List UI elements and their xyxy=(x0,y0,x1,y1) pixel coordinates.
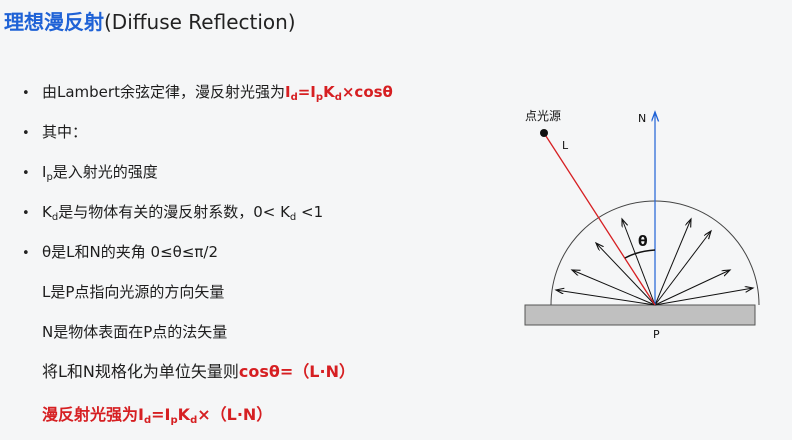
ip-symbol: Ip xyxy=(42,163,53,183)
bullet-dot: • xyxy=(22,86,30,101)
incident-light-ray xyxy=(543,132,656,306)
bullet-kd: • Kd是与物体有关的漫反射系数，0< Kd <1 xyxy=(22,202,323,228)
reflection-ray-2 xyxy=(654,288,753,306)
bullet-theta: • θ是L和N的夹角 0≤θ≤π/2 xyxy=(22,242,218,264)
lambert-text: 由Lambert余弦定律，漫反射光强为 xyxy=(42,83,285,101)
bullet-lambert: • 由Lambert余弦定律，漫反射光强为Id=IpKd×cosθ xyxy=(22,82,393,108)
ip-text: 是入射光的强度 xyxy=(52,163,158,181)
bullet-dot: • xyxy=(22,206,30,221)
normalize-formula: cosθ=（L·N） xyxy=(238,362,355,381)
light-source-label: 点光源 xyxy=(525,109,561,123)
reflection-ray-7 xyxy=(572,270,656,306)
point-p-label: P xyxy=(653,328,660,341)
theta-arc xyxy=(624,249,656,259)
line-n-vector: N是物体表面在P点的法矢量 xyxy=(42,323,228,341)
diffuse-reflection-diagram: 点光源 L N P θ xyxy=(524,109,760,341)
theta-label: θ xyxy=(638,234,648,250)
lambert-formula: Id=IpKd×cosθ xyxy=(284,83,393,103)
line-normalize: 将L和N规格化为单位矢量则cosθ=（L·N） xyxy=(42,362,355,382)
kd-symbol: Kd xyxy=(42,203,59,223)
reflection-ray-6 xyxy=(596,243,656,306)
theta-text: θ是L和N的夹角 0≤θ≤π/2 xyxy=(42,243,219,261)
bullet-dot: • xyxy=(22,166,30,181)
n-vector-label: N xyxy=(638,112,646,125)
surface-block xyxy=(524,304,756,326)
kd-text: 是与物体有关的漫反射系数，0< K xyxy=(58,203,290,221)
where-text: 其中： xyxy=(42,123,88,141)
point-light-icon xyxy=(540,129,548,137)
reflection-ray-4 xyxy=(654,219,691,306)
bullet-dot: • xyxy=(22,246,30,261)
bullet-ip: • Ip是入射光的强度 xyxy=(22,162,158,188)
line-l-vector: L是P点指向光源的方向矢量 xyxy=(42,283,225,301)
bullet-dot: • xyxy=(22,126,30,141)
slide-content: • 由Lambert余弦定律，漫反射光强为Id=IpKd×cosθ • 其中： • I… xyxy=(0,0,500,440)
line-diffuse-intensity: 漫反射光强为Id=IpKd×（L·N） xyxy=(42,405,273,426)
reflection-ray-1 xyxy=(654,270,730,306)
diffuse-intensity-formula: ×（L·N） xyxy=(197,405,273,424)
kd-tail: <1 xyxy=(296,203,324,221)
reflection-ray-3 xyxy=(654,231,711,306)
l-vector-label: L xyxy=(562,139,569,152)
diffuse-intensity-prefix: 漫反射光强为 xyxy=(42,405,139,424)
normalize-text: 将L和N规格化为单位矢量则 xyxy=(42,362,239,381)
reflection-ray-8 xyxy=(556,290,656,306)
bullet-where: • 其中： xyxy=(22,122,87,144)
